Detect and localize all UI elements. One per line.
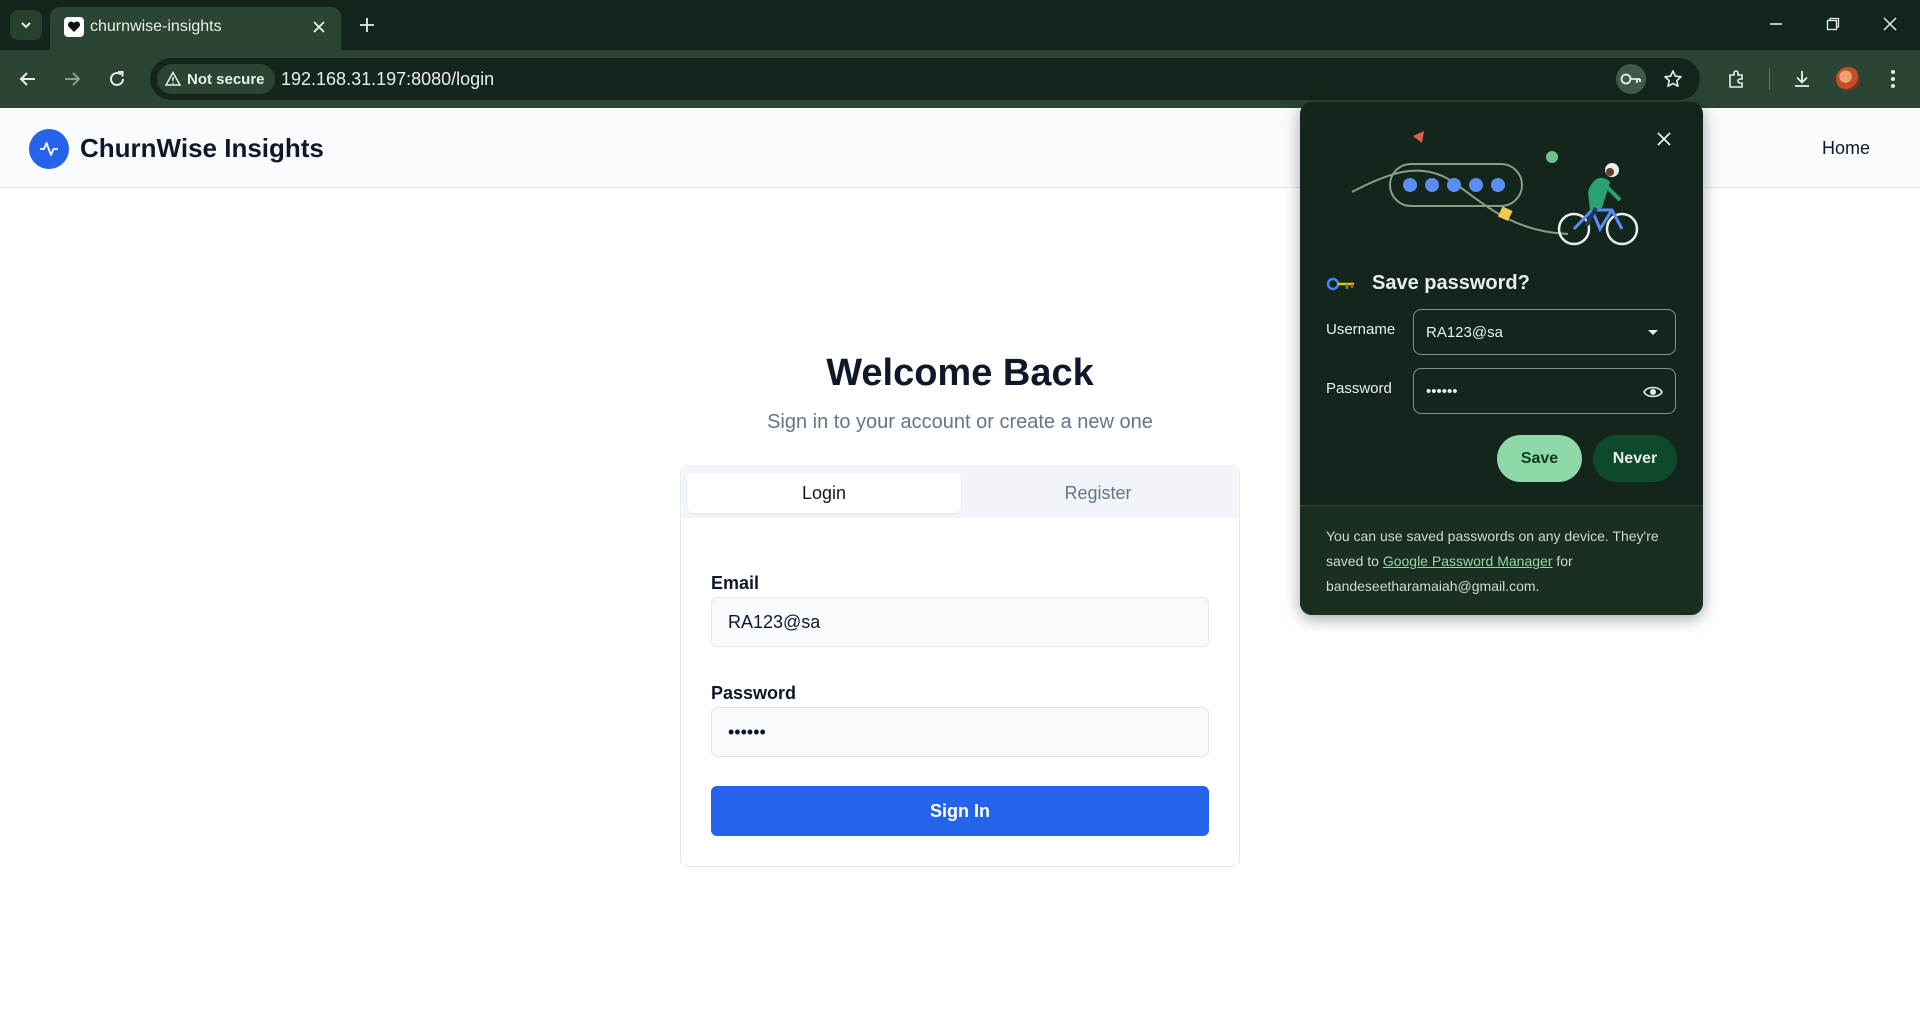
minimize-icon [1770, 23, 1782, 25]
download-icon [1795, 71, 1809, 87]
favicon-heart-icon [64, 17, 84, 37]
back-icon [19, 72, 35, 86]
save-password-dialog: Save password? Username RA123@sa Passwor… [1300, 102, 1703, 615]
dialog-header: Save password? [1326, 272, 1530, 295]
restore-button[interactable] [1815, 8, 1851, 40]
tab-list-button[interactable] [10, 10, 42, 40]
brand-name[interactable]: ChurnWise Insights [80, 133, 324, 164]
reload-button[interactable] [101, 63, 133, 95]
menu-button[interactable] [1877, 63, 1909, 95]
site-info-chip[interactable]: Not secure [157, 64, 275, 94]
home-link[interactable]: Home [1822, 138, 1870, 159]
chevron-down-icon [21, 22, 31, 29]
browser-tab-strip: churnwise-insights [0, 0, 1920, 50]
forward-icon [65, 72, 81, 86]
close-icon [1883, 17, 1897, 31]
email-label: Email [711, 573, 760, 593]
address-bar[interactable]: Not secure 192.168.31.197:8080/login [150, 58, 1700, 100]
password-field[interactable]: •••••• [1413, 368, 1676, 414]
dialog-footer: You can use saved passwords on any devic… [1300, 505, 1703, 615]
password-label: Password [1326, 380, 1392, 397]
star-icon [1664, 70, 1682, 87]
dialog-title: Save password? [1372, 272, 1530, 294]
sign-in-button[interactable]: Sign In [711, 786, 1209, 836]
auth-tabs: Login Register [682, 468, 1238, 518]
tab-title: churnwise-insights [90, 18, 222, 35]
tab-login[interactable]: Login [687, 473, 961, 513]
avatar [1836, 67, 1860, 91]
tab-register[interactable]: Register [961, 473, 1235, 513]
logo[interactable] [29, 129, 69, 169]
downloads-button[interactable] [1786, 63, 1818, 95]
window-close-button[interactable] [1872, 8, 1908, 40]
browser-toolbar: Not secure 192.168.31.197:8080/login [0, 50, 1920, 108]
restore-icon [1826, 17, 1840, 31]
username-select[interactable]: RA123@sa [1413, 309, 1676, 355]
username-value: RA123@sa [1426, 323, 1503, 341]
close-icon [1657, 132, 1671, 146]
bookmark-button[interactable] [1658, 64, 1688, 94]
email-field[interactable]: RA123@sa [711, 597, 1209, 647]
extensions-icon [1729, 70, 1743, 88]
google-key-icon [1326, 277, 1354, 290]
key-icon [1620, 73, 1641, 85]
security-label: Not secure [187, 70, 265, 88]
forward-button[interactable] [56, 63, 88, 95]
plus-icon [360, 18, 374, 32]
password-key-button[interactable] [1616, 64, 1646, 94]
reload-icon [110, 71, 124, 86]
password-value: •••••• [1426, 382, 1458, 400]
chevron-down-icon [1643, 323, 1663, 343]
eye-icon[interactable] [1643, 382, 1663, 402]
browser-tab[interactable]: churnwise-insights [50, 7, 341, 50]
back-button[interactable] [12, 63, 44, 95]
save-button[interactable]: Save [1497, 435, 1582, 482]
extensions-button[interactable] [1720, 63, 1752, 95]
auth-card: Login Register Email RA123@sa Password •… [680, 466, 1240, 867]
close-icon[interactable] [307, 15, 331, 39]
url-text: 192.168.31.197:8080/login [281, 69, 495, 89]
warning-icon [165, 71, 181, 86]
profile-button[interactable] [1832, 63, 1864, 95]
activity-icon [40, 142, 58, 156]
username-label: Username [1326, 321, 1396, 338]
password-manager-link[interactable]: Google Password Manager [1383, 553, 1553, 569]
password-label: Password [711, 683, 797, 703]
never-button[interactable]: Never [1593, 435, 1677, 482]
footer-text: You can use saved passwords on any devic… [1326, 524, 1686, 599]
more-icon [1891, 70, 1895, 88]
dialog-close-button[interactable] [1651, 126, 1677, 152]
password-illustration [1351, 131, 1639, 246]
toolbar-divider [1769, 68, 1770, 90]
password-field[interactable]: •••••• [711, 707, 1209, 757]
minimize-button[interactable] [1758, 8, 1794, 40]
new-tab-button[interactable] [352, 10, 382, 40]
